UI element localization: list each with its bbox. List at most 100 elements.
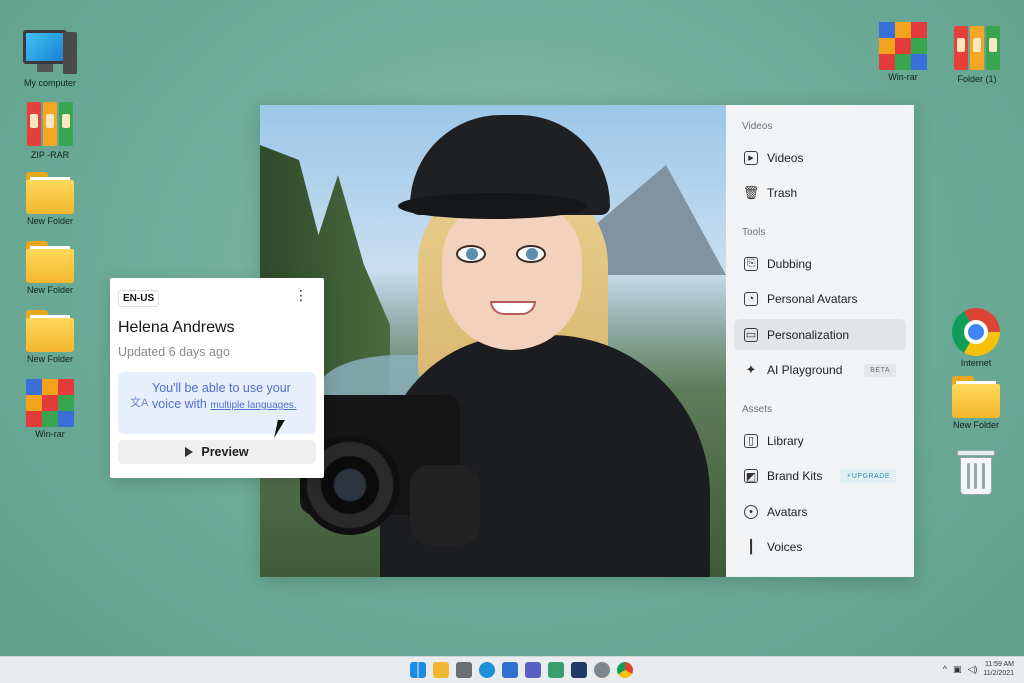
system-tray: ^ ▣ ◁) 11:59 AM 11/2/2021 [943,660,1014,678]
sidebar-item-label: Brand Kits [767,469,823,483]
sidebar-item-label: Trash [767,186,798,200]
clock[interactable]: 11:59 AM 11/2/2021 [983,660,1014,678]
multilingual-info-box: 文A You'll be able to use your voice with… [118,372,316,434]
desktop-icon-label: ZIP -RAR [30,150,70,160]
updated-timestamp: Updated 6 days ago [118,345,230,359]
chrome-taskbar-icon[interactable] [617,662,633,678]
maps-icon[interactable] [548,662,564,678]
settings-gear-icon[interactable] [594,662,610,678]
video-file-icon: ▸ [744,150,758,165]
dubbing-icon: ⎘ [744,256,758,271]
multiple-languages-link[interactable]: multiple languages. [210,400,296,411]
sidebar-item-trash[interactable]: 🗑 Trash [734,178,906,209]
sidebar-item-brand-kits[interactable]: ◩ Brand Kits ⚡UPGRADE [734,461,906,492]
desktop-icon-new-folder[interactable]: New Folder [14,241,86,295]
desktop-icon-new-folder-right[interactable]: New Folder [940,376,1012,430]
network-icon[interactable]: ▣ [953,664,962,675]
sidebar-nav: Videos ▸ Videos 🗑 Trash Tools ⎘ Dubbing … [726,105,914,577]
desktop-icon-label: New Folder [26,216,73,226]
clock-time: 11:59 AM [984,661,1014,668]
trash-icon: 🗑 [742,185,760,200]
sidebar-item-dubbing[interactable]: ⎘ Dubbing [734,248,906,279]
translate-icon: 文A [130,397,149,409]
desktop-icon-label: Folder (1) [957,74,997,84]
sidebar-item-label: Personal Avatars [767,292,858,306]
desktop-icon-new-folder[interactable]: New Folder [14,172,86,226]
sidebar-item-videos[interactable]: ▸ Videos [734,142,906,173]
avatar-icon: • [744,504,758,519]
more-options-icon[interactable]: ⋮ [294,288,308,302]
desktop-icon-label: New Folder [952,420,999,430]
desktop-icon-recycle-bin[interactable] [940,450,1012,496]
brand-kit-icon: ◩ [744,469,758,483]
windows-start-icon[interactable] [410,662,426,678]
sidebar-item-label: Personalization [767,327,850,342]
sidebar-item-label: Library [767,433,804,448]
play-icon [185,447,194,457]
book-icon: ▯ [744,433,758,448]
desktop-icon-new-folder[interactable]: New Folder [14,310,86,364]
person-icon: ◔ [744,292,758,306]
desktop-icon-zip-rar[interactable]: ZIP -RAR [14,102,86,160]
app-window: Videos ▸ Videos 🗑 Trash Tools ⎘ Dubbing … [260,105,914,577]
preview-button[interactable]: Preview [118,440,316,464]
desktop-icon-my-computer[interactable]: My computer [14,28,86,88]
sidebar-item-ai-playground[interactable]: ✦ AI Playground BETA [734,355,906,386]
sidebar-item-label: AI Playground [767,363,843,377]
winrar-icon [879,22,927,70]
personalization-icon: ▭ [744,327,758,342]
language-badge: EN-US [118,290,160,307]
active-app-icon[interactable] [571,662,587,678]
winrar-icon [26,379,74,427]
clock-date: 11/2/2021 [983,670,1014,677]
folder-icon [952,376,1000,418]
desktop-icon-win-rar-top[interactable]: Win-rar [867,22,939,82]
edge-icon[interactable] [479,662,495,678]
trash-icon [957,450,995,496]
voice-name: Helena Andrews [118,319,235,336]
section-title-tools: Tools [742,227,766,238]
desktop-icon-internet[interactable]: Internet [940,308,1012,368]
desktop-icon-win-rar[interactable]: Win-rar [14,379,86,439]
folder-icon [26,310,74,352]
desktop-icon-label: New Folder [26,354,73,364]
taskbar: ^ ▣ ◁) 11:59 AM 11/2/2021 [0,656,1024,683]
sidebar-item-avatars[interactable]: • Avatars [734,496,906,527]
desktop-icon-label: Internet [960,358,992,368]
camera-app-icon[interactable] [456,662,472,678]
sidebar-item-label: Videos [767,150,804,165]
sidebar-item-library[interactable]: ▯ Library [734,425,906,456]
sidebar-item-label: Dubbing [767,256,812,271]
desktop-icon-label: Win-rar [35,429,65,439]
preview-button-label: Preview [201,445,249,459]
folder-icon [26,241,74,283]
volume-icon[interactable]: ◁) [967,664,977,675]
sparkle-icon: ✦ [745,362,757,377]
sidebar-item-personalization[interactable]: ▭ Personalization [734,319,906,350]
section-title-assets: Assets [742,404,773,415]
section-title-videos: Videos [742,121,773,132]
avatar-preview-image [260,105,726,577]
chrome-icon [952,308,1000,356]
store-icon[interactable] [502,662,518,678]
beta-badge: BETA [864,363,896,377]
teams-icon[interactable] [525,662,541,678]
file-explorer-icon[interactable] [433,662,449,678]
computer-icon [23,28,77,76]
desktop-icon-label: Win-rar [888,72,918,82]
sidebar-item-label: Voices [767,540,803,554]
sidebar-item-voices[interactable]: ┃ Voices [734,532,906,563]
binders-icon [26,102,74,148]
upgrade-badge-label: UPGRADE [851,473,890,480]
upgrade-badge[interactable]: ⚡UPGRADE [840,469,896,483]
binders-icon [953,26,1001,72]
desktop-icon-label: My computer [23,78,76,88]
voice-card: EN-US ⋮ Helena Andrews Updated 6 days ag… [110,278,324,478]
desktop-icon-label: New Folder [26,285,73,295]
folder-icon [26,172,74,214]
sidebar-item-personal-avatars[interactable]: ◔ Personal Avatars [734,284,906,315]
sidebar-item-label: Avatars [767,504,808,519]
waveform-icon: ┃ [747,539,755,554]
chevron-up-icon[interactable]: ^ [943,664,947,674]
desktop-icon-folder-1[interactable]: Folder (1) [941,26,1013,84]
